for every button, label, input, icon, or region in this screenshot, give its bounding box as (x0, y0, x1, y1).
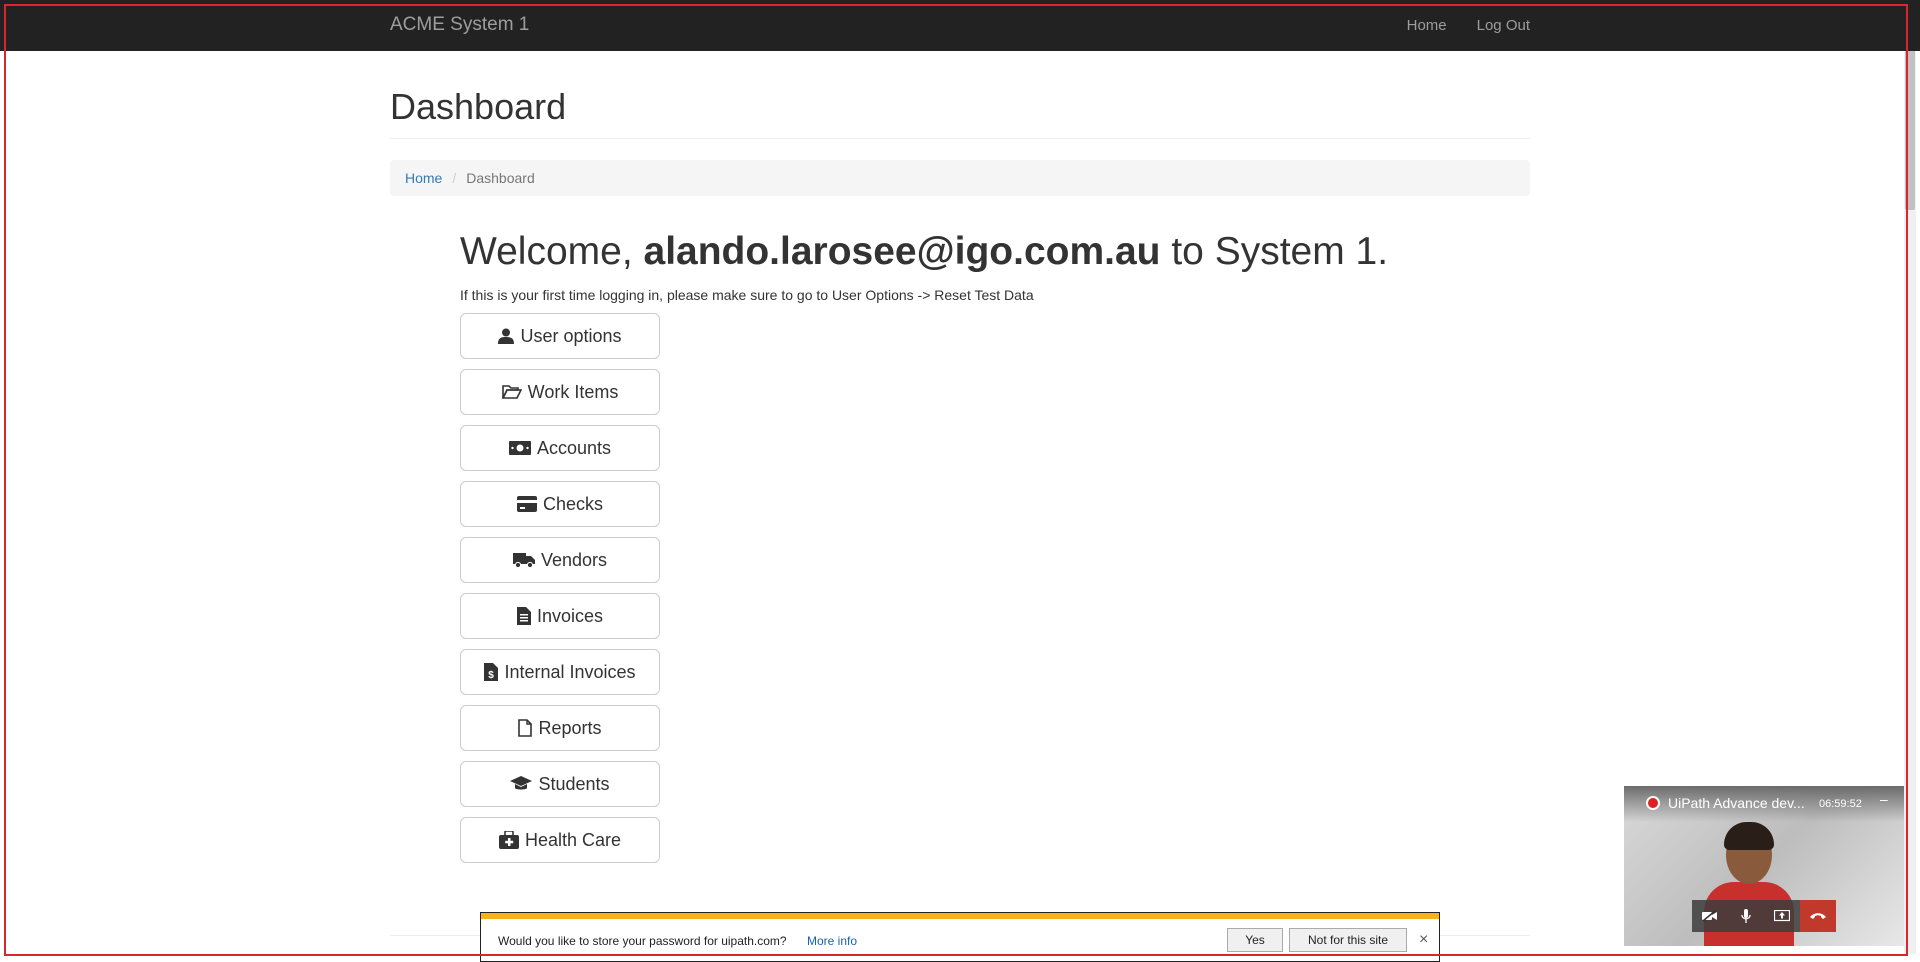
dashboard-menu: User options Work Items Accounts Checks … (460, 313, 660, 873)
end-call-icon[interactable] (1800, 900, 1836, 932)
top-navbar: ACME System 1 Home Log Out (0, 0, 1920, 51)
checks-button[interactable]: Checks (460, 481, 660, 527)
menu-label: Internal Invoices (504, 661, 636, 682)
camera-off-icon[interactable] (1692, 900, 1728, 932)
menu-label: Accounts (536, 437, 612, 458)
minimize-icon[interactable]: – (1880, 791, 1888, 807)
user-options-button[interactable]: User options (460, 313, 660, 359)
share-screen-icon[interactable] (1764, 900, 1800, 932)
invoice-file-icon (516, 607, 531, 625)
call-controls (1692, 900, 1836, 932)
breadcrumb-current: Dashboard (466, 170, 535, 186)
invoices-button[interactable]: Invoices (460, 593, 660, 639)
menu-label: Invoices (536, 605, 604, 626)
more-info-link[interactable]: More info (807, 934, 857, 948)
reports-button[interactable]: Reports (460, 705, 660, 751)
medkit-icon (498, 831, 519, 849)
video-call-widget[interactable]: UiPath Advance dev... 06:59:52 – (1624, 786, 1904, 946)
welcome-suffix: to System 1. (1160, 230, 1389, 273)
menu-label: Reports (538, 717, 602, 738)
money-icon (508, 441, 531, 455)
call-timer: 06:59:52 (1819, 798, 1862, 810)
menu-label: User options (520, 325, 622, 346)
close-icon[interactable]: × (1419, 931, 1428, 949)
breadcrumb-separator: / (452, 170, 457, 186)
first-login-hint: If this is your first time logging in, p… (460, 287, 1034, 303)
screen-highlight-frame (4, 4, 1908, 956)
graduation-cap-icon (510, 776, 533, 792)
participant-headset (1724, 822, 1774, 850)
save-password-yes-button[interactable]: Yes (1227, 928, 1283, 952)
microphone-icon[interactable] (1728, 900, 1764, 932)
save-password-question: Would you like to store your password fo… (498, 934, 787, 948)
accounts-button[interactable]: Accounts (460, 425, 660, 471)
user-icon (498, 328, 515, 344)
credit-card-icon (516, 496, 537, 512)
truck-icon (512, 552, 535, 568)
password-bar-stripe (481, 913, 1439, 919)
svg-text:$: $ (489, 670, 495, 681)
scrollbar-thumb[interactable] (1905, 30, 1915, 210)
save-password-bar: Would you like to store your password fo… (480, 912, 1440, 962)
health-care-button[interactable]: Health Care (460, 817, 660, 863)
page-title: Dashboard (390, 86, 567, 127)
welcome-heading: Welcome, alando.larosee@igo.com.au to Sy… (460, 230, 1388, 274)
file-icon (518, 719, 533, 737)
folder-open-icon (501, 384, 522, 400)
menu-label: Vendors (540, 549, 608, 570)
students-button[interactable]: Students (460, 761, 660, 807)
call-title: UiPath Advance dev... (1668, 795, 1805, 811)
vendors-button[interactable]: Vendors (460, 537, 660, 583)
breadcrumb-home-link[interactable]: Home (405, 170, 442, 186)
brand-logo[interactable]: ACME System 1 (390, 14, 529, 36)
nav-logout-link[interactable]: Log Out (1477, 17, 1530, 34)
menu-label: Checks (542, 493, 604, 514)
nav-links: Home Log Out (1407, 17, 1530, 34)
welcome-prefix: Welcome, (460, 230, 644, 273)
page-header: Dashboard (390, 86, 1530, 139)
menu-label: Health Care (524, 829, 622, 850)
nav-home-link[interactable]: Home (1407, 17, 1447, 34)
not-for-this-site-button[interactable]: Not for this site (1289, 928, 1407, 952)
welcome-user-email: alando.larosee@igo.com.au (643, 230, 1161, 273)
recording-icon (1646, 796, 1660, 810)
breadcrumb: Home / Dashboard (390, 160, 1530, 196)
work-items-button[interactable]: Work Items (460, 369, 660, 415)
internal-invoices-button[interactable]: $ Internal Invoices (460, 649, 660, 695)
menu-label: Work Items (527, 381, 619, 402)
dollar-file-icon: $ (484, 663, 499, 681)
menu-label: Students (538, 773, 610, 794)
